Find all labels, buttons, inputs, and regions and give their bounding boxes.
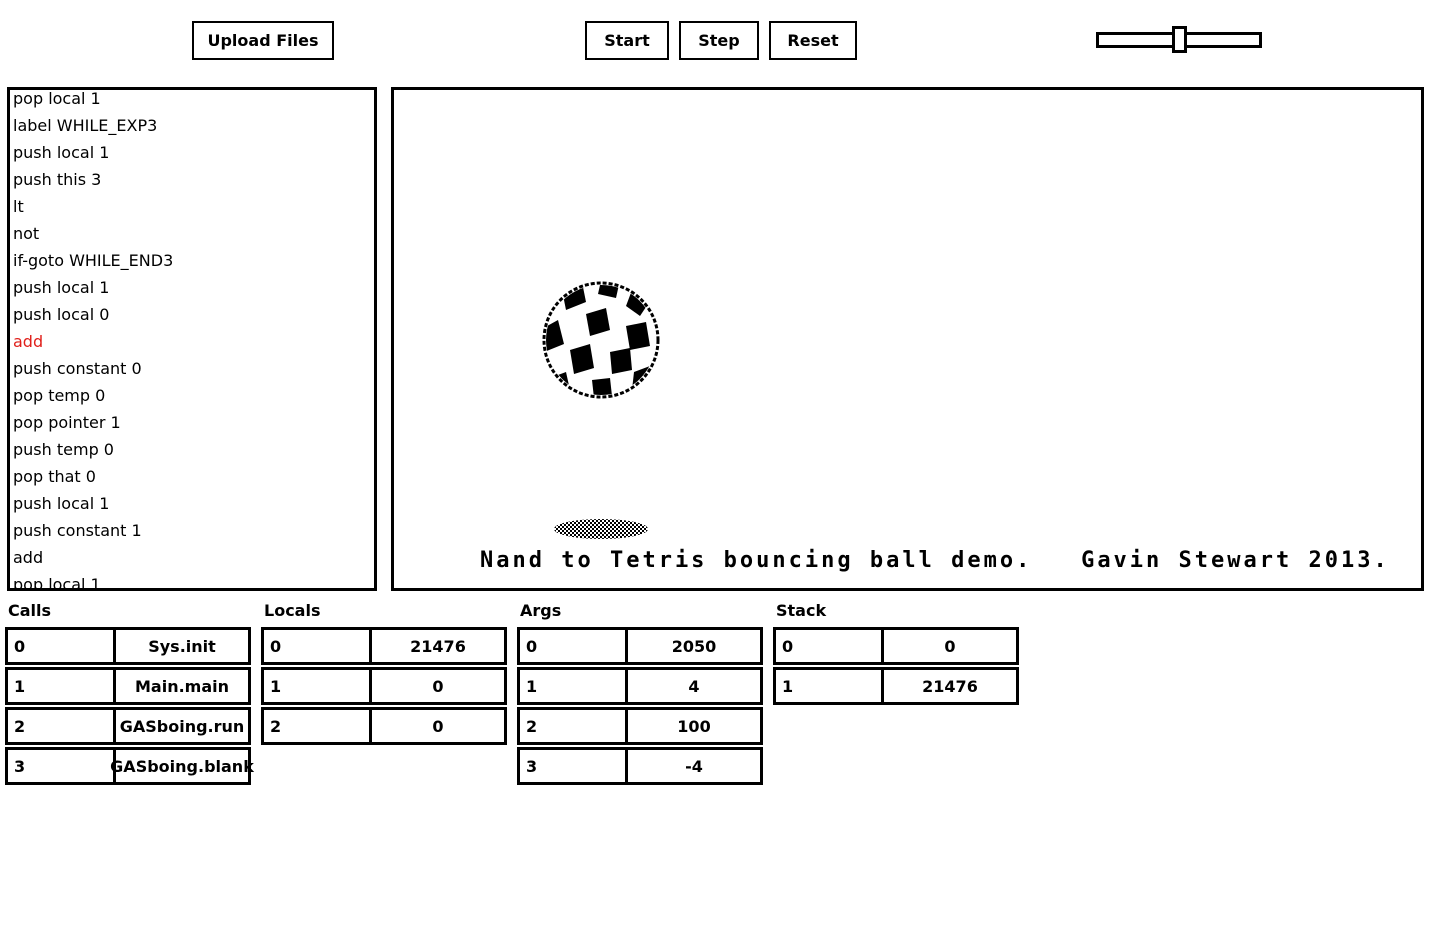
code-line[interactable]: pop that 0 [13,463,173,490]
stack-table: 0 0 1 21476 [773,627,1019,707]
locals-row: 0 21476 [261,627,507,665]
calls-title: Calls [8,601,52,620]
args-row: 2 100 [517,707,763,745]
args-row: 3 -4 [517,747,763,785]
args-index-cell: 2 [517,707,628,745]
args-row: 0 2050 [517,627,763,665]
start-button[interactable]: Start [585,21,669,60]
args-row: 14 [517,667,763,705]
code-line[interactable]: push constant 0 [13,355,173,382]
calls-value-cell: GASboing.run [116,707,251,745]
checkered-ball-icon [542,281,660,399]
vm-code-panel[interactable]: pop local 1 label WHILE_EXP3 push local 1p… [7,87,377,591]
screen-caption: Nand to Tetris bouncing ball demo. Gavin… [480,548,1390,573]
calls-index-cell: 1 [5,667,116,705]
code-line[interactable]: push this 3 [13,166,173,193]
hack-screen: Nand to Tetris bouncing ball demo. Gavin… [391,87,1424,591]
code-line[interactable]: label WHILE_EXP3 [13,112,173,139]
calls-index-cell: 2 [5,707,116,745]
args-title: Args [520,601,562,620]
locals-table: 0 21476 1 0 2 0 [261,627,507,747]
code-line[interactable]: push local 1 [13,274,173,301]
locals-index-cell: 0 [261,627,372,665]
code-line[interactable]: push constant 1 [13,517,173,544]
args-index-cell: 1 [517,667,628,705]
calls-value-cell: GASboing.blank [110,747,254,785]
code-line[interactable]: push local 1 [13,139,173,166]
ball-shadow [554,519,648,539]
args-index-cell: 0 [517,627,628,665]
code-line[interactable]: pop temp 0 [13,382,173,409]
stack-title: Stack [776,601,827,620]
args-value-cell: 2050 [628,627,763,665]
calls-row: 1 Main.main [5,667,251,705]
locals-value-cell: 0 [372,707,507,745]
calls-table: 0 Sys.init 1 Main.main 2 GASboing.run 3 GASboin… [5,627,254,787]
stack-row: 1 21476 [773,667,1019,705]
locals-row: 20 [261,707,507,745]
calls-index-cell: 3 [5,747,116,785]
code-line[interactable]: lt [13,193,173,220]
vm-code-list: pop local 1 label WHILE_EXP3 push local 1p… [13,90,173,588]
code-line[interactable]: push local 0 [13,301,173,328]
code-line[interactable]: pop pointer 1 [13,409,173,436]
args-index-cell: 3 [517,747,628,785]
reset-button[interactable]: Reset [769,21,857,60]
calls-row: 3 GASboing.blank [5,747,254,785]
locals-index-cell: 1 [261,667,372,705]
locals-value-cell: 0 [372,667,507,705]
code-line[interactable]: pop local 1 [13,90,173,112]
slider-thumb[interactable] [1172,26,1187,53]
step-button[interactable]: Step [679,21,759,60]
args-value-cell: 100 [628,707,763,745]
screen-canvas [542,281,660,539]
stack-value-cell: 21476 [884,667,1019,705]
stack-index-cell: 0 [773,627,884,665]
calls-value-cell: Sys.init [116,627,251,665]
locals-title: Locals [264,601,321,620]
stack-row: 00 [773,627,1019,665]
code-line[interactable]: add [13,544,173,571]
locals-index-cell: 2 [261,707,372,745]
code-line-current[interactable]: add [13,328,173,355]
locals-row: 10 [261,667,507,705]
args-value-cell: 4 [628,667,763,705]
speed-slider[interactable] [1096,26,1262,53]
code-line[interactable]: push temp 0 [13,436,173,463]
calls-row: 2 GASboing.run [5,707,251,745]
code-line[interactable]: pop local 1 [13,571,173,588]
args-table: 0 2050 1 4 2 100 3 -4 [517,627,763,787]
upload-files-button[interactable]: Upload Files [192,21,334,60]
calls-row: 0 Sys.init [5,627,251,665]
code-line[interactable]: push local 1 [13,490,173,517]
calls-value-cell: Main.main [116,667,251,705]
args-value-cell: -4 [628,747,763,785]
calls-index-cell: 0 [5,627,116,665]
stack-index-cell: 1 [773,667,884,705]
code-line[interactable]: if-goto WHILE_END3 [13,247,173,274]
stack-value-cell: 0 [884,627,1019,665]
locals-value-cell: 21476 [372,627,507,665]
code-line[interactable]: not [13,220,173,247]
